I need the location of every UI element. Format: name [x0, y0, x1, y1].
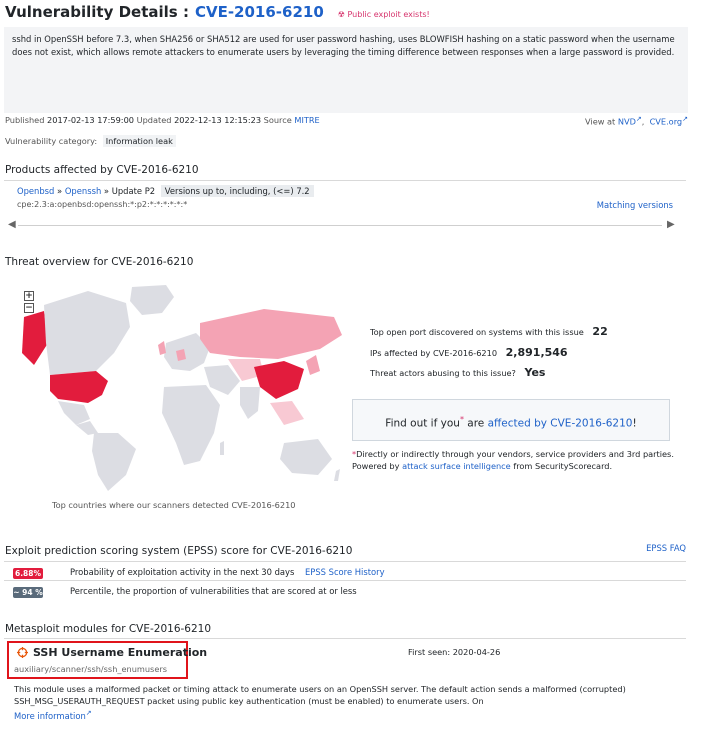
radiation-icon: ☢ — [337, 10, 345, 19]
scroll-left-icon[interactable]: ◀ — [8, 219, 16, 230]
stat-top-port: Top open port discovered on systems with… — [370, 325, 608, 338]
module-title[interactable]: SSH Username Enumeration — [17, 646, 207, 659]
scroll-right-icon[interactable]: ▶ — [667, 219, 675, 230]
module-name: SSH Username Enumeration — [33, 646, 208, 659]
epss-percentile-badge: ~ 94 % — [13, 587, 43, 598]
threat-section-title: Threat overview for CVE-2016-6210 — [5, 256, 194, 268]
vendor-link[interactable]: Openbsd — [17, 186, 54, 196]
external-link-icon: ↗ — [682, 115, 688, 123]
divider — [4, 580, 686, 581]
epss-probability-text: Probability of exploitation activity in … — [70, 567, 295, 577]
metasploit-section-title: Metasploit modules for CVE-2016-6210 — [5, 623, 212, 635]
category-label: Vulnerability category: — [5, 136, 98, 146]
more-information-link[interactable]: More information — [14, 711, 86, 721]
public-exploit-badge: ☢ Public exploit exists! — [338, 10, 430, 19]
map-alaska — [22, 311, 48, 365]
map-mexico — [58, 401, 90, 425]
map-korea-japan — [306, 355, 320, 375]
map-southeast-asia — [270, 401, 304, 425]
stat-label: Threat actors abusing to this issue? — [370, 368, 516, 378]
epss-history-link[interactable]: EPSS Score History — [305, 567, 385, 577]
published-label: Published — [5, 115, 45, 125]
update-value: P2 — [144, 186, 156, 196]
external-link-icon: ↗ — [635, 115, 642, 123]
world-map[interactable] — [14, 283, 344, 493]
map-china — [254, 361, 304, 399]
epss-faq-link[interactable]: EPSS FAQ — [646, 543, 686, 553]
map-south-america — [92, 433, 136, 491]
first-seen-date: First seen: 2020-04-26 — [408, 647, 501, 657]
stat-label: Top open port discovered on systems with… — [370, 327, 584, 337]
vulnerability-summary: sshd in OpenSSH before 7.3, when SHA256 … — [4, 27, 688, 113]
map-canada — [44, 291, 130, 375]
map-australia — [280, 439, 332, 475]
map-russia — [200, 309, 342, 359]
divider — [4, 638, 686, 639]
page-header: Vulnerability Details : CVE-2016-6210 ☢ … — [5, 3, 430, 21]
updated-date: 2022-12-13 12:15:23 — [174, 115, 262, 125]
cta-prefix: Find out if you — [385, 417, 460, 430]
attack-surface-link[interactable]: attack surface intelligence — [402, 461, 511, 471]
map-greenland — [130, 285, 174, 315]
nvd-link[interactable]: NVD — [618, 117, 636, 127]
map-india — [240, 387, 260, 419]
public-exploit-label: Public exploit exists! — [347, 10, 430, 19]
versions-pill: Versions up to, including, (<=) 7.2 — [160, 185, 314, 197]
map-africa — [162, 385, 220, 465]
map-nz — [334, 469, 340, 481]
published-date: 2017-02-13 17:59:00 — [47, 115, 134, 125]
map-caption: Top countries where our scanners detecte… — [52, 500, 296, 510]
updated-label: Updated — [136, 115, 172, 125]
stat-threat-actors: Threat actors abusing to this issue? Yes — [370, 366, 545, 379]
update-label: » Update — [103, 186, 143, 196]
view-at-label: View at — [585, 116, 616, 127]
breadcrumb-sep: » — [57, 186, 63, 196]
stat-value: Yes — [524, 366, 546, 379]
source-label: Source — [263, 115, 292, 125]
products-section-title: Products affected by CVE-2016-6210 — [5, 164, 199, 176]
view-at: View at NVD↗, CVE.org↗ — [585, 115, 688, 127]
product-row: Openbsd » Openssh » Update P2 Versions u… — [17, 185, 314, 197]
cpe-string: cpe:2.3:a:openbsd:openssh:*:p2:*:*:*:*:*… — [17, 200, 188, 209]
cta-footnote: *Directly or indirectly through your ven… — [352, 448, 682, 472]
divider — [4, 561, 686, 562]
divider — [4, 180, 686, 181]
stat-value: 2,891,546 — [505, 346, 568, 359]
stat-ips-affected: IPs affected by CVE-2016-6210 2,891,546 — [370, 346, 568, 359]
map-usa — [50, 371, 108, 403]
meta-row: Published 2017-02-13 17:59:00 Updated 20… — [5, 115, 688, 127]
epss-percentile-text: Percentile, the proportion of vulnerabil… — [70, 586, 357, 596]
module-description: This module uses a malformed packet or t… — [14, 684, 626, 706]
cveorg-link[interactable]: CVE.org — [650, 117, 683, 127]
category-value[interactable]: Information leak — [102, 135, 176, 147]
vulnerability-category: Vulnerability category: Information leak — [5, 135, 176, 147]
footnote-suffix: from SecurityScorecard. — [510, 461, 613, 471]
product-link[interactable]: Openssh — [65, 186, 101, 196]
cta-mid: are — [463, 417, 488, 430]
page-title: Vulnerability Details : — [5, 3, 189, 21]
source-link[interactable]: MITRE — [294, 115, 319, 125]
map-uk — [158, 341, 166, 355]
matching-versions-link[interactable]: Matching versions — [597, 200, 673, 210]
map-madagascar — [220, 441, 224, 455]
module-path: auxiliary/scanner/ssh/ssh_enumusers — [14, 664, 167, 674]
affected-cta-box: Find out if you* are affected by CVE-201… — [352, 399, 670, 441]
horizontal-scrollbar[interactable] — [18, 225, 662, 226]
stat-label: IPs affected by CVE-2016-6210 — [370, 348, 498, 358]
crosshair-icon — [17, 647, 28, 658]
epss-section-title: Exploit prediction scoring system (EPSS)… — [5, 545, 353, 557]
epss-probability-badge: 6.88% — [13, 568, 43, 579]
affected-link[interactable]: affected by CVE-2016-6210 — [488, 418, 633, 430]
stat-value: 22 — [592, 325, 608, 338]
external-link-icon: ↗ — [85, 709, 92, 717]
more-information: More information↗ — [14, 709, 92, 721]
cta-suffix: ! — [632, 417, 637, 430]
cve-id-link[interactable]: CVE-2016-6210 — [195, 3, 324, 21]
